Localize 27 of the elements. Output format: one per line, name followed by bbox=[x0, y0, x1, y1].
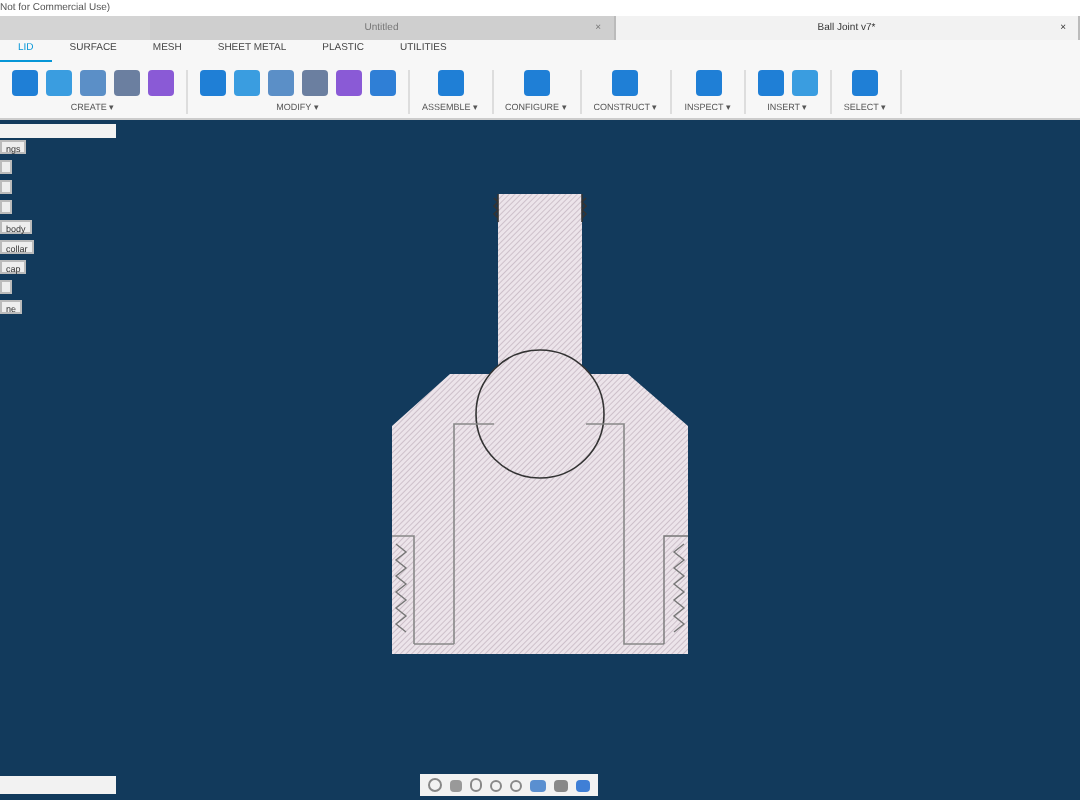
tool-icon[interactable] bbox=[791, 69, 818, 95]
tool-icon[interactable] bbox=[302, 69, 328, 95]
tool-icon[interactable] bbox=[370, 69, 396, 95]
orbit-icon[interactable] bbox=[428, 778, 442, 792]
pan-icon[interactable] bbox=[470, 778, 482, 792]
tool-icon[interactable] bbox=[114, 69, 140, 95]
tool-icon[interactable] bbox=[200, 69, 226, 95]
look-at-icon[interactable] bbox=[450, 779, 462, 791]
zoom-window-icon[interactable] bbox=[510, 779, 522, 791]
tool-icon[interactable] bbox=[852, 69, 879, 95]
browser-item[interactable] bbox=[0, 280, 12, 294]
tool-icon[interactable] bbox=[336, 69, 362, 95]
tool-icon[interactable] bbox=[12, 69, 38, 95]
tool-icon[interactable] bbox=[523, 69, 550, 95]
tool-icon[interactable] bbox=[268, 69, 294, 95]
tool-icon[interactable] bbox=[437, 69, 464, 95]
viewports-icon[interactable] bbox=[576, 779, 590, 791]
tool-icon[interactable] bbox=[46, 69, 72, 95]
tool-icon[interactable] bbox=[695, 69, 722, 95]
display-icon[interactable] bbox=[530, 779, 546, 791]
tool-icon[interactable] bbox=[757, 69, 784, 95]
tool-icon[interactable] bbox=[148, 69, 174, 95]
zoom-icon[interactable] bbox=[490, 779, 502, 791]
tool-icon[interactable] bbox=[80, 69, 106, 95]
tool-icon[interactable] bbox=[234, 69, 260, 95]
tool-icon[interactable] bbox=[612, 69, 639, 95]
grid-icon[interactable] bbox=[554, 779, 568, 791]
